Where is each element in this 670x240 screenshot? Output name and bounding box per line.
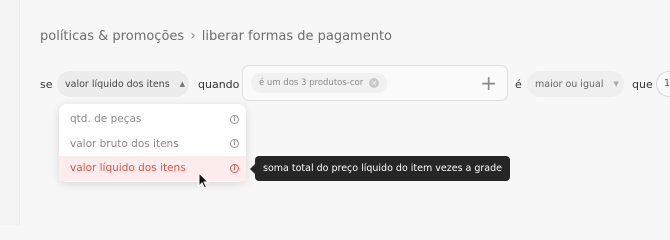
left-sidebar-strip bbox=[0, 0, 20, 225]
comparator-select-value: maior ou igual bbox=[535, 78, 604, 90]
field-dropdown-menu: qtd. de peças i valor bruto dos itens i … bbox=[59, 104, 246, 182]
rule-word-se: se bbox=[40, 78, 53, 91]
remove-tag-icon[interactable]: × bbox=[369, 78, 380, 88]
caret-down-icon: ▼ bbox=[613, 80, 619, 88]
breadcrumb-current: liberar formas de pagamento bbox=[201, 28, 393, 44]
breadcrumb-parent[interactable]: políticas & promoções bbox=[40, 29, 184, 44]
number-input[interactable]: 1 bbox=[656, 71, 670, 97]
info-tooltip: soma total do preço líquido do item veze… bbox=[249, 156, 511, 181]
rule-word-que: que bbox=[632, 78, 653, 91]
mouse-cursor-icon bbox=[198, 172, 210, 189]
comparator-select[interactable]: maior ou igual ▼ bbox=[527, 71, 624, 97]
option-label: qtd. de peças bbox=[70, 113, 142, 126]
field-select-value: valor líquido dos itens bbox=[65, 78, 170, 90]
dropdown-option-qtd-pecas[interactable]: qtd. de peças i bbox=[59, 107, 246, 132]
products-tag[interactable]: é um dos 3 produtos-cor × bbox=[251, 73, 388, 93]
rule-word-quando: quando bbox=[198, 78, 240, 91]
breadcrumb-separator-icon: › bbox=[190, 28, 196, 44]
info-icon[interactable]: i bbox=[230, 163, 239, 173]
dropdown-option-valor-liquido[interactable]: valor líquido dos itens i bbox=[59, 156, 246, 181]
dropdown-option-valor-bruto[interactable]: valor bruto dos itens i bbox=[59, 132, 246, 157]
option-label: valor líquido dos itens bbox=[70, 162, 186, 175]
caret-up-icon: ▲ bbox=[179, 80, 186, 88]
products-input[interactable]: é um dos 3 produtos-cor × + bbox=[242, 65, 508, 101]
info-icon[interactable]: i bbox=[230, 139, 239, 149]
breadcrumb: políticas & promoções › liberar formas d… bbox=[40, 28, 392, 44]
products-tag-label: é um dos 3 produtos-cor bbox=[259, 78, 364, 88]
option-label: valor bruto dos itens bbox=[70, 137, 179, 150]
rule-word-e: é bbox=[515, 78, 522, 91]
info-icon[interactable]: i bbox=[230, 114, 239, 124]
field-select[interactable]: valor líquido dos itens ▲ bbox=[57, 71, 189, 97]
add-product-icon[interactable]: + bbox=[480, 73, 497, 93]
